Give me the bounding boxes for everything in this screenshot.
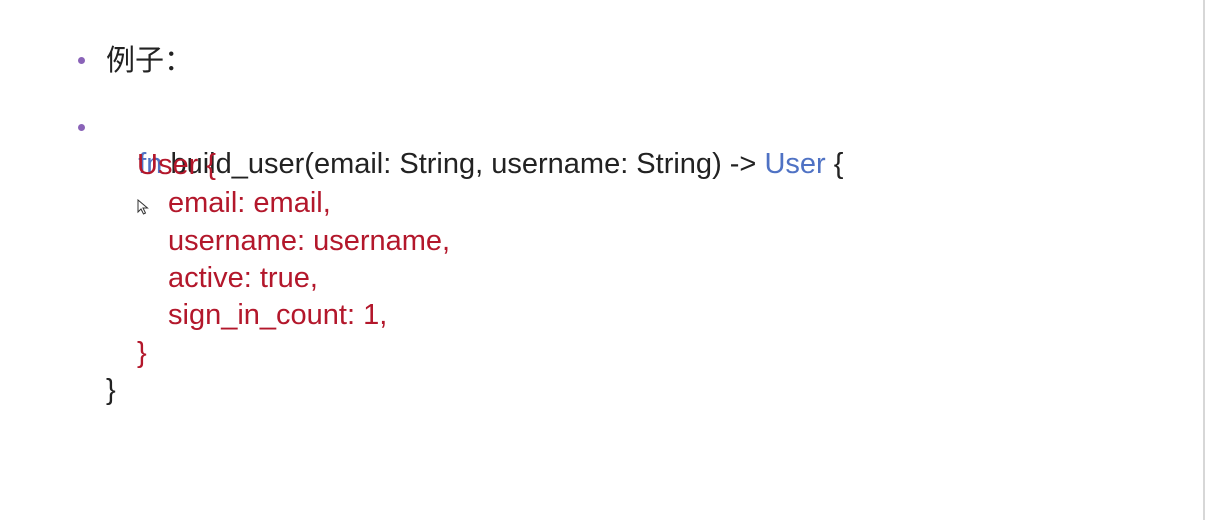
struct-open-line: User { [137,149,216,181]
slide-title-cropped [235,0,685,6]
field-line-username: username: username, [168,225,451,257]
field-line-email: email: email, [168,187,331,219]
field-line-active: active: true, [168,262,318,294]
bullet-dot-code [78,124,85,131]
fn-open-brace: { [825,148,844,180]
struct-close-line: } [137,337,147,369]
bullet-dot-example [78,57,85,64]
field-line-sign-in-count: sign_in_count: 1, [168,299,388,331]
mouse-pointer-icon [137,199,149,215]
fn-close-line: } [106,374,116,406]
slide: 例子： fn build_user(email: String, usernam… [0,0,1205,520]
fn-signature-text: build_user(email: String, username: Stri… [162,148,765,180]
return-type: User [764,148,826,180]
example-label: 例子： [106,43,194,77]
